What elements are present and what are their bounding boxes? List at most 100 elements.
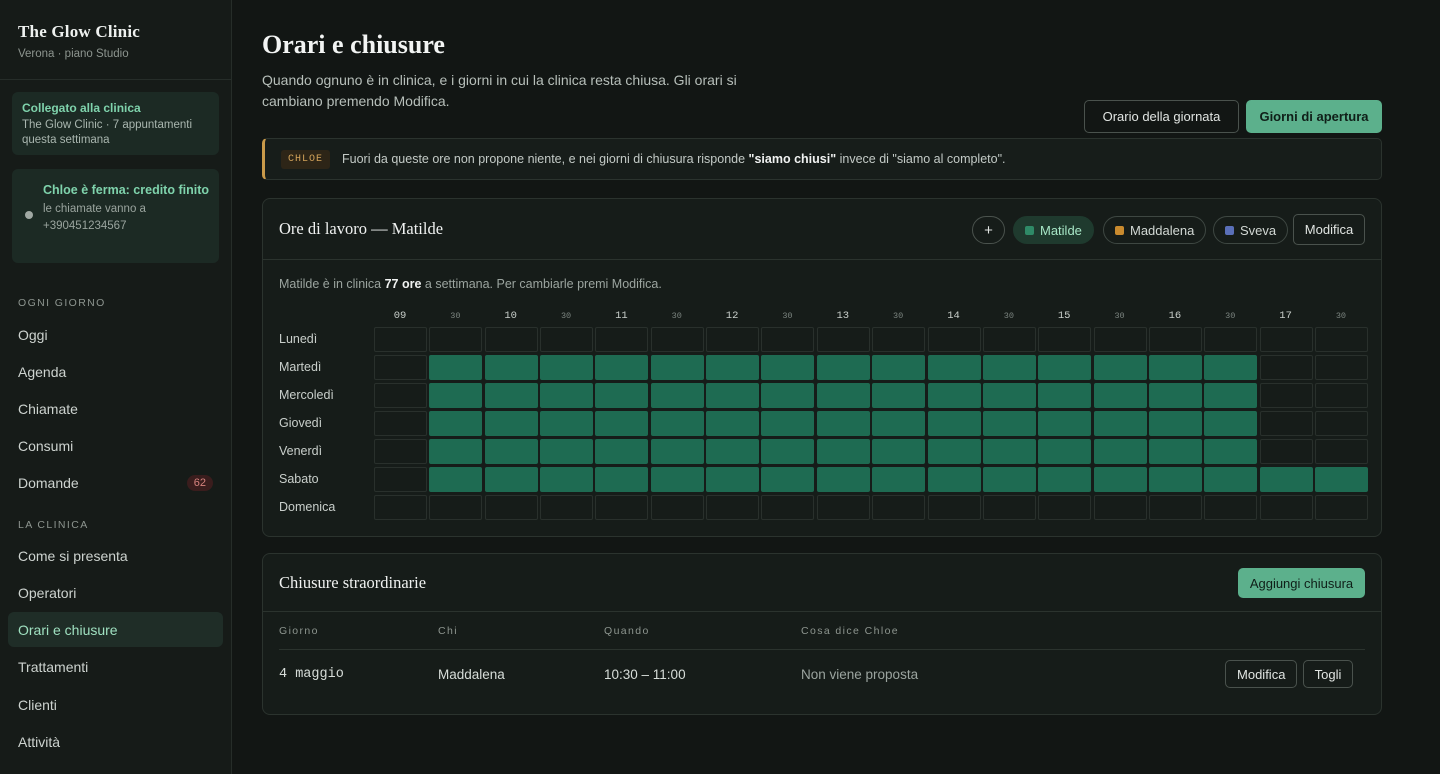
time-slot-cell[interactable] (1038, 355, 1092, 380)
time-slot-cell[interactable] (1259, 355, 1313, 380)
time-slot-cell[interactable] (761, 383, 815, 408)
time-slot-cell[interactable] (761, 411, 815, 436)
time-slot-cell[interactable] (1148, 411, 1202, 436)
time-slot-cell[interactable] (1148, 439, 1202, 464)
time-slot-cell[interactable] (595, 355, 649, 380)
time-slot-cell[interactable] (650, 495, 704, 520)
time-slot-cell[interactable] (1038, 467, 1092, 492)
time-slot-cell[interactable] (982, 355, 1036, 380)
time-slot-cell[interactable] (1259, 439, 1313, 464)
time-slot-cell[interactable] (1314, 327, 1368, 352)
time-slot-cell[interactable] (595, 467, 649, 492)
time-slot-cell[interactable] (1038, 439, 1092, 464)
time-slot-cell[interactable] (872, 439, 926, 464)
time-slot-cell[interactable] (1093, 411, 1147, 436)
time-slot-cell[interactable] (429, 495, 483, 520)
time-slot-cell[interactable] (872, 383, 926, 408)
time-slot-cell[interactable] (650, 439, 704, 464)
time-slot-cell[interactable] (484, 439, 538, 464)
time-slot-cell[interactable] (816, 467, 870, 492)
time-slot-cell[interactable] (1259, 467, 1313, 492)
time-slot-cell[interactable] (429, 355, 483, 380)
time-slot-cell[interactable] (1148, 495, 1202, 520)
time-slot-cell[interactable] (1093, 355, 1147, 380)
time-slot-cell[interactable] (927, 355, 981, 380)
sidebar-item-oggi[interactable]: Oggi (8, 317, 223, 352)
time-slot-cell[interactable] (1148, 467, 1202, 492)
time-slot-cell[interactable] (927, 467, 981, 492)
time-slot-cell[interactable] (816, 411, 870, 436)
sidebar-item-attivita[interactable]: Attività (8, 724, 223, 759)
time-slot-cell[interactable] (761, 439, 815, 464)
time-slot-cell[interactable] (927, 411, 981, 436)
time-slot-cell[interactable] (374, 467, 427, 492)
time-slot-cell[interactable] (872, 411, 926, 436)
time-slot-cell[interactable] (540, 327, 594, 352)
time-slot-cell[interactable] (484, 355, 538, 380)
time-slot-cell[interactable] (1314, 383, 1368, 408)
time-slot-cell[interactable] (484, 383, 538, 408)
time-slot-cell[interactable] (1314, 467, 1368, 492)
time-slot-cell[interactable] (706, 327, 760, 352)
time-slot-cell[interactable] (1204, 327, 1258, 352)
time-slot-cell[interactable] (872, 327, 926, 352)
time-slot-cell[interactable] (1314, 355, 1368, 380)
time-slot-cell[interactable] (1314, 495, 1368, 520)
sidebar-item-chiamate[interactable]: Chiamate (8, 391, 223, 426)
time-slot-cell[interactable] (816, 495, 870, 520)
time-slot-cell[interactable] (706, 439, 760, 464)
time-slot-cell[interactable] (982, 411, 1036, 436)
time-slot-cell[interactable] (484, 495, 538, 520)
time-slot-cell[interactable] (872, 495, 926, 520)
time-slot-cell[interactable] (595, 327, 649, 352)
time-slot-cell[interactable] (650, 467, 704, 492)
sidebar-item-domande[interactable]: Domande 62 (8, 465, 223, 500)
time-slot-cell[interactable] (1259, 411, 1313, 436)
time-slot-cell[interactable] (374, 355, 427, 380)
time-slot-cell[interactable] (816, 383, 870, 408)
time-slot-cell[interactable] (374, 411, 427, 436)
time-slot-cell[interactable] (429, 467, 483, 492)
time-slot-cell[interactable] (982, 327, 1036, 352)
time-slot-cell[interactable] (927, 439, 981, 464)
sidebar-item-come-si-presenta[interactable]: Come si presenta (8, 538, 223, 573)
time-slot-cell[interactable] (816, 327, 870, 352)
time-slot-cell[interactable] (374, 495, 427, 520)
time-slot-cell[interactable] (1148, 383, 1202, 408)
time-slot-cell[interactable] (1259, 383, 1313, 408)
time-slot-cell[interactable] (374, 383, 427, 408)
time-slot-cell[interactable] (374, 327, 427, 352)
add-closure-button[interactable]: Aggiungi chiusura (1238, 568, 1365, 598)
time-slot-cell[interactable] (1259, 327, 1313, 352)
time-slot-cell[interactable] (1204, 467, 1258, 492)
time-slot-cell[interactable] (706, 467, 760, 492)
time-slot-cell[interactable] (540, 467, 594, 492)
time-slot-cell[interactable] (1204, 495, 1258, 520)
time-slot-cell[interactable] (1259, 495, 1313, 520)
time-slot-cell[interactable] (982, 439, 1036, 464)
sidebar-item-agenda[interactable]: Agenda (8, 354, 223, 389)
time-slot-cell[interactable] (982, 383, 1036, 408)
time-slot-cell[interactable] (706, 355, 760, 380)
time-slot-cell[interactable] (927, 495, 981, 520)
time-slot-cell[interactable] (484, 411, 538, 436)
time-slot-cell[interactable] (761, 467, 815, 492)
time-slot-cell[interactable] (540, 355, 594, 380)
time-slot-cell[interactable] (429, 411, 483, 436)
operator-chip-maddalena[interactable]: Maddalena (1103, 216, 1207, 244)
time-slot-cell[interactable] (650, 327, 704, 352)
time-slot-cell[interactable] (429, 327, 483, 352)
time-slot-cell[interactable] (484, 327, 538, 352)
time-slot-cell[interactable] (484, 467, 538, 492)
time-slot-cell[interactable] (540, 383, 594, 408)
time-slot-cell[interactable] (595, 411, 649, 436)
time-slot-cell[interactable] (1314, 411, 1368, 436)
time-slot-cell[interactable] (429, 439, 483, 464)
time-slot-cell[interactable] (1038, 495, 1092, 520)
time-slot-cell[interactable] (706, 495, 760, 520)
time-slot-cell[interactable] (1148, 355, 1202, 380)
time-slot-cell[interactable] (982, 467, 1036, 492)
time-slot-cell[interactable] (1093, 467, 1147, 492)
add-operator-button[interactable]: + (972, 216, 1005, 244)
time-slot-cell[interactable] (927, 383, 981, 408)
